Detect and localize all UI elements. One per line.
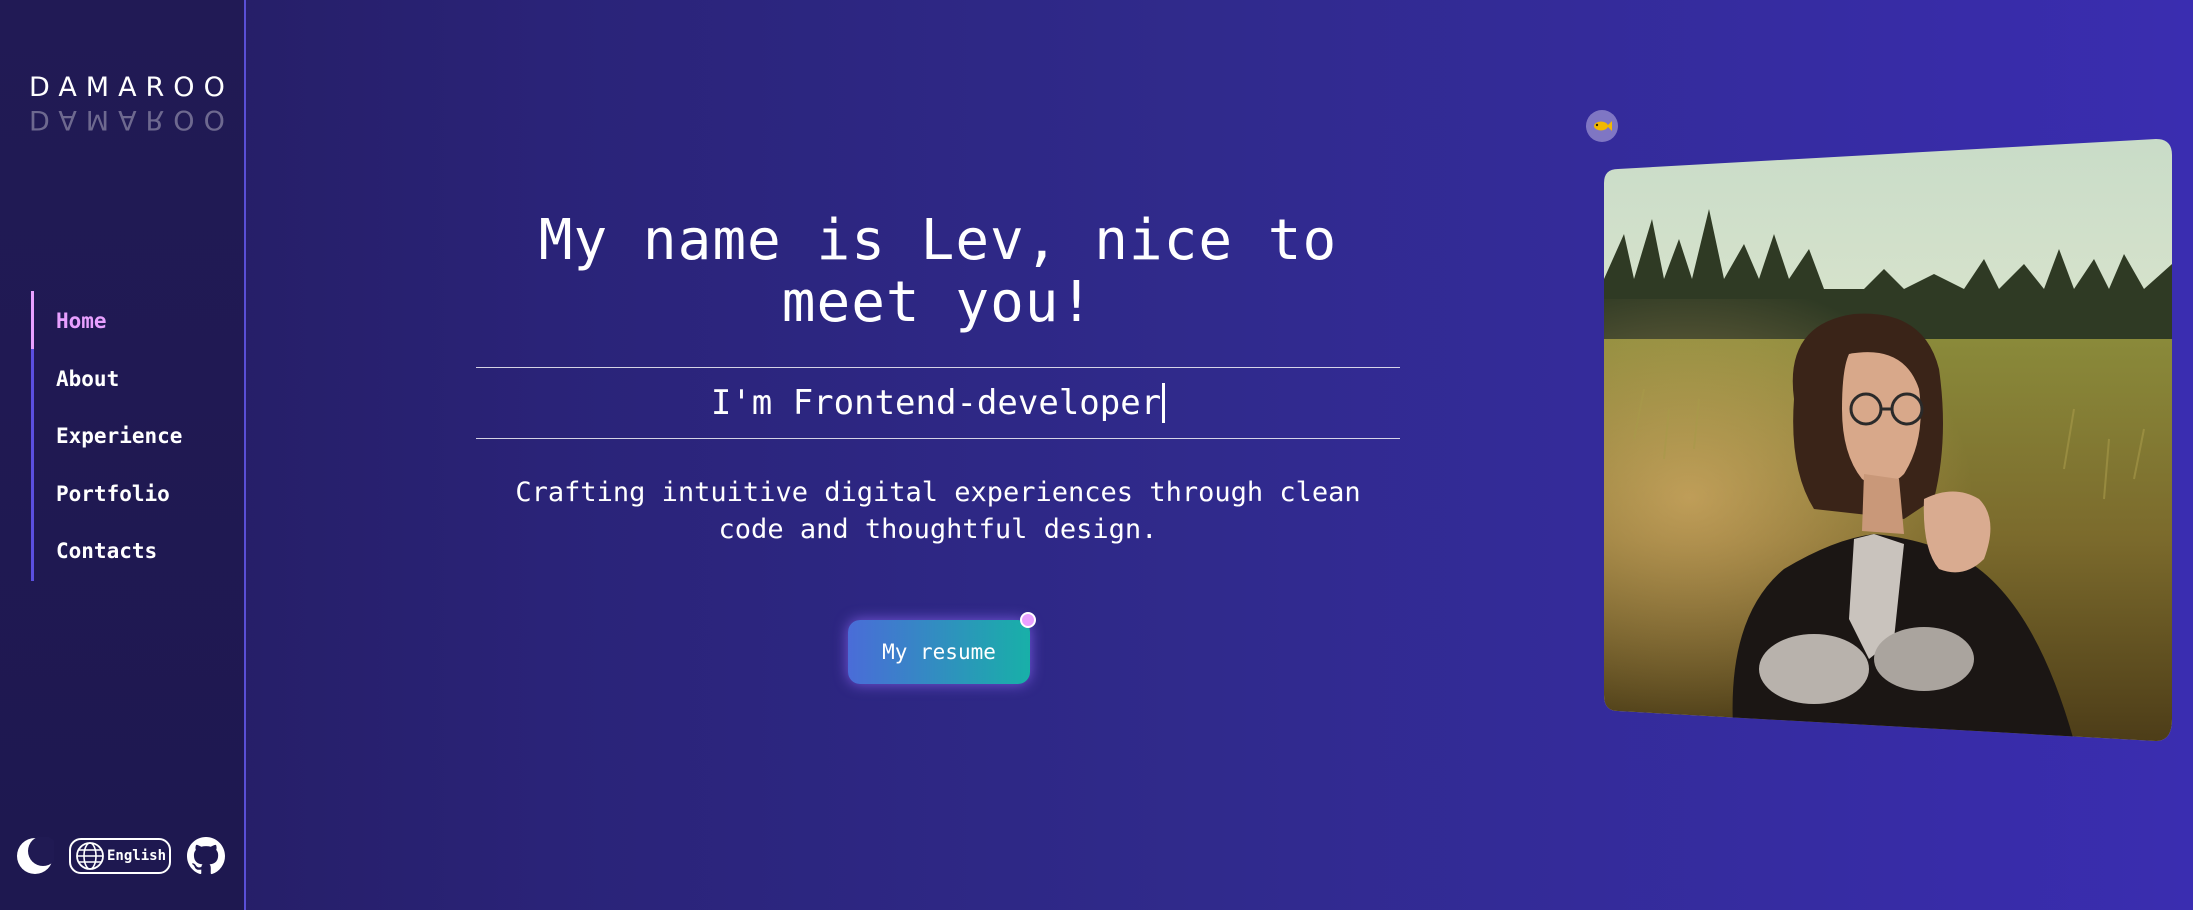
moon-icon	[17, 837, 54, 874]
github-link[interactable]	[187, 837, 225, 875]
hero-tagline: Crafting intuitive digital experiences t…	[515, 477, 1361, 545]
resume-button-label: My resume	[882, 640, 996, 664]
nav-active-indicator	[31, 291, 34, 349]
theme-toggle-button[interactable]	[15, 836, 55, 876]
language-label: English	[107, 848, 167, 864]
logo-reflection: DAMAROO	[29, 104, 234, 135]
profile-photo	[1604, 139, 2172, 741]
photo-badge-button[interactable]	[1586, 110, 1618, 142]
globe-icon	[76, 842, 104, 870]
github-icon	[187, 837, 225, 875]
language-button[interactable]: English	[69, 838, 171, 874]
nav-item-home[interactable]: Home	[56, 309, 107, 333]
sidebar-controls: English	[15, 836, 225, 876]
nav-item-experience[interactable]: Experience	[56, 424, 182, 448]
nav-item-portfolio[interactable]: Portfolio	[56, 482, 170, 506]
role-box: I'm Frontend-developer	[476, 367, 1400, 439]
logo[interactable]: DAMAROO	[29, 74, 234, 101]
hero-section: My name is Lev, nice to meet you! I'm Fr…	[476, 208, 1400, 545]
main-nav: Home About Experience Portfolio Contacts	[31, 291, 234, 581]
resume-notification-dot	[1020, 612, 1036, 628]
hero-title: My name is Lev, nice to meet you!	[538, 208, 1338, 335]
sidebar: DAMAROO DAMAROO Home About Experience Po…	[0, 0, 246, 910]
typing-caret	[1162, 383, 1166, 423]
nav-item-about[interactable]: About	[56, 367, 119, 391]
role-text: I'm Frontend-developer	[710, 383, 1162, 423]
fish-icon	[1594, 121, 1612, 131]
resume-button[interactable]: My resume	[848, 612, 1036, 684]
nav-item-contacts[interactable]: Contacts	[56, 539, 157, 563]
